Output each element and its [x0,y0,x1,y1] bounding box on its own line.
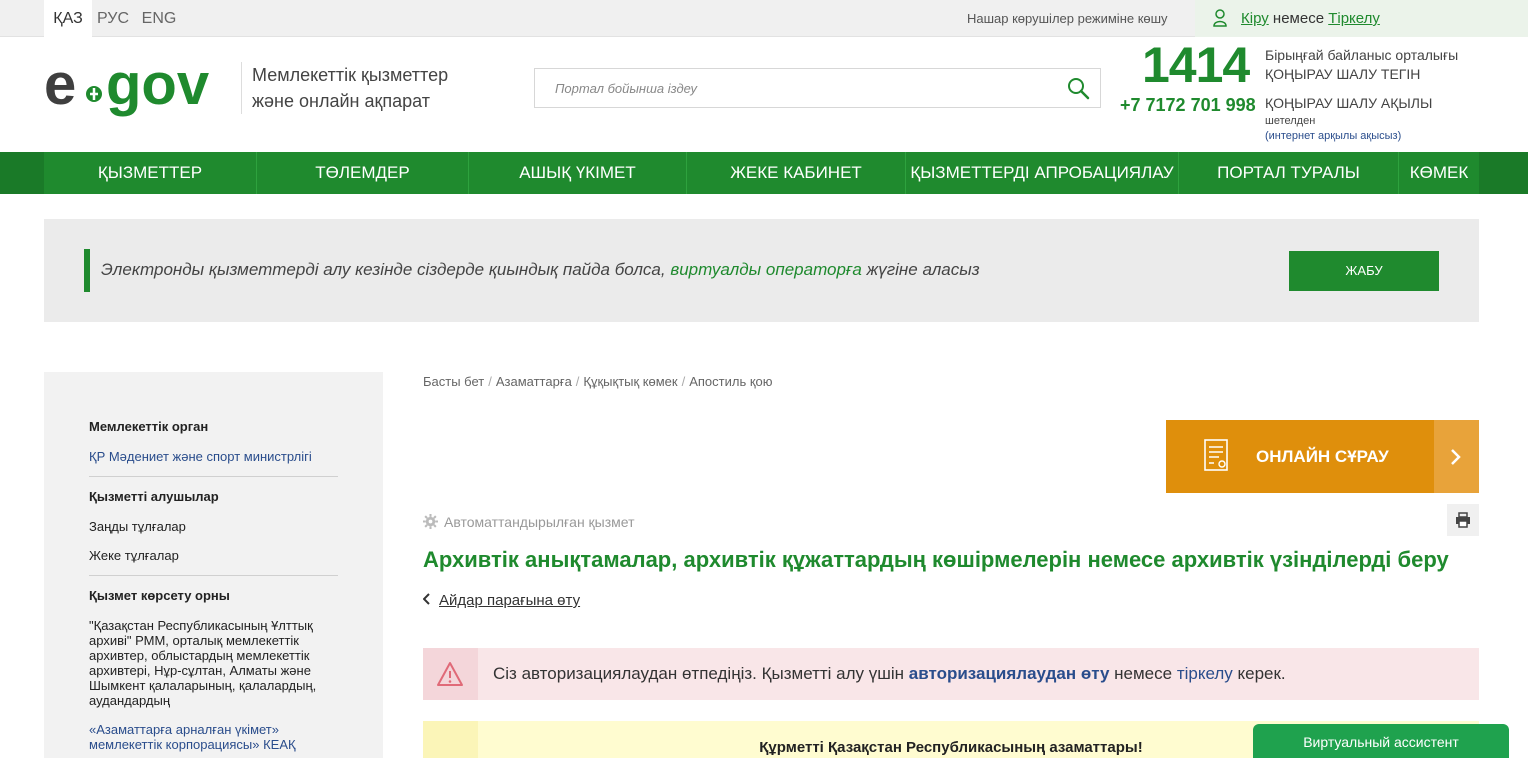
tagline-line-2: және онлайн ақпарат [252,91,430,111]
hotline-phone: +7 7172 701 998 [1120,95,1256,115]
service-place-heading: Қызмет көрсету орны [89,588,230,603]
nav-edge-left [0,152,44,194]
warning-icon [437,662,463,686]
authorize-link[interactable]: авторизациялаудан өту [909,664,1110,683]
breadcrumb-apostille[interactable]: Апостиль қою [689,374,772,389]
main-nav: ҚЫЗМЕТТЕР ТӨЛЕМДЕР АШЫҚ ҮКІМЕТ ЖЕКЕ КАБИ… [0,152,1528,194]
alert-text-mid: немесе [1109,664,1177,683]
nav-item-about[interactable]: ПОРТАЛ ТУРАЛЫ [1179,152,1399,194]
svg-text:e: e [44,56,76,117]
search-input[interactable] [535,69,1055,107]
tagline-line-1: Мемлекеттік қызметтер [252,65,449,85]
hotline-desc-line-2: ҚОҢЫРАУ ШАЛУ ТЕГІН [1265,66,1421,82]
login-link[interactable]: Кіру [1241,10,1269,27]
abroad-label: шетелден [1265,115,1316,127]
paid-call-label: ҚОҢЫРАУ ШАЛУ АҚЫЛЫ [1265,95,1433,111]
notice-text-after: жүгіне аласыз [861,260,980,279]
register-inline-link[interactable]: тіркелу [1177,664,1233,683]
notice-text-before: Электронды қызметтерді алу кезінде сізде… [101,260,671,279]
printer-icon [1456,512,1470,528]
breadcrumb-citizens[interactable]: Азаматтарға [496,374,572,389]
nav-edge-right [1479,152,1528,194]
auth-warning-alert: Сіз авторизациялаудан өтпедіңіз. Қызметт… [423,648,1479,700]
lang-ru[interactable]: РУС [92,0,134,37]
lang-kz[interactable]: ҚАЗ [44,0,92,37]
nav-item-personal-cabinet[interactable]: ЖЕКЕ КАБИНЕТ [687,152,906,194]
virtual-assistant-button[interactable]: Виртуальный ассистент [1253,724,1509,758]
alert-text: Сіз авторизациялаудан өтпедіңіз. Қызметт… [493,648,1286,700]
login-or-text: немесе [1272,10,1325,27]
hotline-number: 1414 [1142,37,1250,93]
low-vision-mode-link[interactable]: Нашар көрушілер режиміне көшу [967,0,1168,37]
chevron-right-icon [1451,449,1461,465]
alert-text-after: керек. [1232,664,1286,683]
search-box [534,68,1101,108]
virtual-operator-link[interactable]: виртуалды операторға [670,260,861,279]
breadcrumb-home[interactable]: Басты бет [423,374,484,389]
nav-item-help[interactable]: КӨМЕК [1399,152,1479,194]
login-box: Кіру немесе Тіркелу [1195,0,1528,37]
alert-icon-box [423,648,478,700]
gear-icon [423,514,438,529]
service-info-sidebar: Мемлекеттік орган ҚР Мәдениет және спорт… [44,372,383,758]
close-notice-button[interactable]: ЖАБУ [1289,251,1439,291]
online-request-label: ОНЛАЙН СҰРАУ [1256,447,1389,466]
nav-item-services[interactable]: ҚЫЗМЕТТЕР [44,152,257,194]
nav-item-services-testing[interactable]: ҚЫЗМЕТТЕРДІ АПРОБАЦИЯЛАУ [906,152,1179,194]
online-request-arrow [1434,420,1479,493]
online-request-button[interactable]: ОНЛАЙН СҰРАУ [1166,420,1479,493]
back-to-passport-link[interactable]: Айдар парағына өту [422,592,581,609]
alert-text-before: Сіз авторизациялаудан өтпедіңіз. Қызметт… [493,664,909,683]
sidebar-divider [89,575,338,576]
page-title: Архивтік анықтамалар, архивтік құжаттард… [423,547,1449,572]
sidebar-divider [89,476,338,477]
recipient-individuals: Жеке тұлғалар [89,548,179,563]
user-icon [1213,9,1227,27]
login-register-text: Кіру немесе Тіркелу [1241,0,1380,37]
document-icon [1204,439,1228,471]
hotline-desc-line-1: Бірыңғай байланыс орталығы [1265,47,1459,63]
svg-text:gov: gov [106,56,209,117]
lang-en[interactable]: ENG [134,0,184,37]
recipients-heading: Қызметті алушылар [89,489,219,504]
logo-divider [241,62,242,114]
chevron-left-icon [422,593,430,605]
recipient-legal-entities: Заңды тұлғалар [89,519,186,534]
nav-item-open-government[interactable]: АШЫҚ ҮКІМЕТ [469,152,687,194]
service-place-text: "Қазақстан Республикасының Ұлттық архиві… [89,618,317,708]
abroad-note: (интернет арқылы ақысыз) [1265,130,1402,142]
agency-heading: Мемлекеттік орган [89,419,209,434]
breadcrumb: Басты бет / Азаматтарға / Құқықтық көмек / Апо… [423,374,773,389]
notice-text: Электронды қызметтерді алу кезінде сізде… [101,260,980,280]
egov-logo[interactable]: e gov [44,56,234,120]
notice-accent-bar [84,249,90,292]
virtual-operator-notice: Электронды қызметтерді алу кезінде сізде… [44,219,1479,322]
print-button[interactable] [1447,504,1479,536]
hotline-description: Бірыңғай байланыс орталығы ҚОҢЫРАУ ШАЛУ … [1265,46,1458,84]
register-link[interactable]: Тіркелу [1328,10,1380,27]
back-link-text: Айдар парағына өту [439,592,581,609]
service-place-link[interactable]: «Азаматтарға арналған үкімет» мемлекетті… [89,722,339,752]
breadcrumb-legal-help[interactable]: Құқықтық көмек [583,374,677,389]
nav-item-payments[interactable]: ТӨЛЕМДЕР [257,152,469,194]
search-icon[interactable] [1066,76,1090,100]
automated-service-text: Автоматтандырылған қызмет [444,514,635,530]
site-tagline: Мемлекеттік қызметтер және онлайн ақпара… [252,62,448,114]
automated-service-label: Автоматтандырылған қызмет [423,514,635,530]
agency-link[interactable]: ҚР Мәдениет және спорт министрлігі [89,449,312,464]
top-bar: ҚАЗ РУС ENG Нашар көрушілер режиміне көш… [0,0,1528,37]
